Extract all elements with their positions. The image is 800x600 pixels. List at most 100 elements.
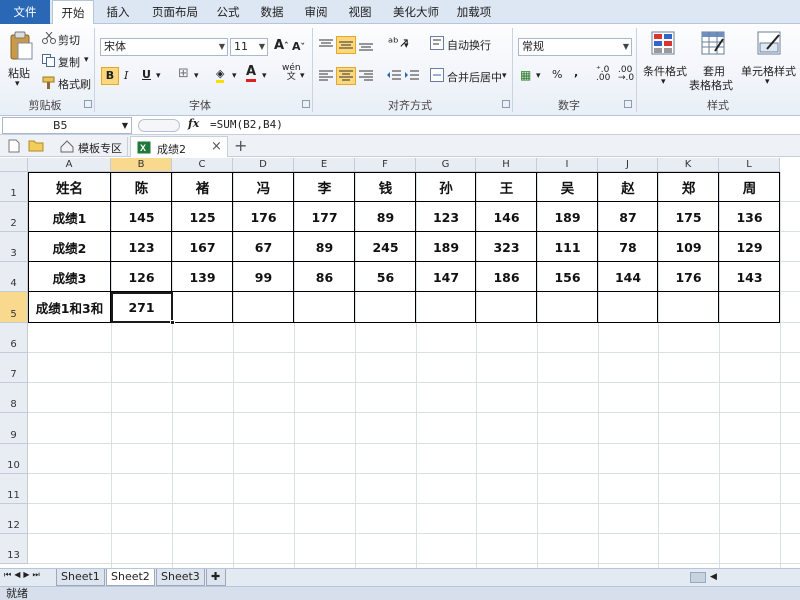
cut-button[interactable]: 剪切 xyxy=(58,32,80,48)
cell-i1[interactable]: 吴 xyxy=(537,172,598,202)
cell-i4[interactable]: 156 xyxy=(537,262,598,292)
merge-center-button[interactable]: 合并后居中 xyxy=(447,69,502,85)
column-header-b[interactable]: B xyxy=(111,158,172,172)
font-dialog-launcher[interactable] xyxy=(302,100,310,108)
italic-button[interactable]: I xyxy=(124,69,128,82)
cell-d2[interactable]: 176 xyxy=(233,202,294,232)
row-header-12[interactable]: 12 xyxy=(0,504,28,534)
align-left-icon[interactable] xyxy=(318,69,334,83)
select-all-corner[interactable] xyxy=(0,158,28,172)
border-dropdown-icon[interactable]: ▾ xyxy=(194,71,199,81)
alignment-dialog-launcher[interactable] xyxy=(502,100,510,108)
row-header-10[interactable]: 10 xyxy=(0,444,28,474)
tab-beautify[interactable]: 美化大师 xyxy=(386,0,446,24)
align-top-icon[interactable] xyxy=(318,38,334,52)
tab-file[interactable]: 文件 xyxy=(0,0,50,24)
insert-sheet-icon[interactable]: ✚ xyxy=(206,569,226,586)
decrease-decimal-icon[interactable]: .00 →.0 xyxy=(618,66,634,83)
column-header-k[interactable]: K xyxy=(658,158,719,172)
cell-e1[interactable]: 李 xyxy=(294,172,355,202)
cell-d5[interactable] xyxy=(233,292,294,323)
name-box[interactable]: B5 ▼ xyxy=(2,117,132,134)
cell-d1[interactable]: 冯 xyxy=(233,172,294,202)
row-header-1[interactable]: 1 xyxy=(0,172,28,202)
cell-c5[interactable] xyxy=(172,292,233,323)
insert-function-icon[interactable]: fx xyxy=(188,117,199,130)
horizontal-scrollbar-thumb[interactable] xyxy=(690,572,706,583)
cell-j3[interactable]: 78 xyxy=(598,232,658,262)
tab-addins[interactable]: 加载项 xyxy=(450,0,498,24)
tab-review[interactable]: 审阅 xyxy=(296,0,336,24)
increase-indent-icon[interactable] xyxy=(404,69,420,83)
cell-l3[interactable]: 129 xyxy=(719,232,780,262)
folder-icon[interactable] xyxy=(28,139,44,152)
copy-button[interactable]: 复制 xyxy=(58,54,80,70)
tab-view[interactable]: 视图 xyxy=(340,0,380,24)
cell-a2[interactable]: 成绩1 xyxy=(28,202,111,232)
cell-a4[interactable]: 成绩3 xyxy=(28,262,111,292)
cell-f5[interactable] xyxy=(355,292,416,323)
tab-formulas[interactable]: 公式 xyxy=(208,0,248,24)
tab-insert[interactable]: 插入 xyxy=(98,0,138,24)
cell-k5[interactable] xyxy=(658,292,719,323)
cell-styles-button[interactable]: 单元格样式 ▾ xyxy=(740,28,798,92)
font-name-select[interactable]: 宋体 ▼ xyxy=(100,38,228,56)
font-size-select[interactable]: 11 ▼ xyxy=(230,38,268,56)
cell-e3[interactable]: 89 xyxy=(294,232,355,262)
row-header-7[interactable]: 7 xyxy=(0,353,28,383)
cell-e2[interactable]: 177 xyxy=(294,202,355,232)
phonetic-dropdown-icon[interactable]: ▾ xyxy=(300,71,305,81)
worksheet-grid[interactable]: ABCDEFGHIJKL 1 2 3 4 5 6 7 8 9 10 11 12 13 姓名陈褚冯李钱孙王… xyxy=(0,158,800,568)
column-header-f[interactable]: F xyxy=(355,158,416,172)
cell-c1[interactable]: 褚 xyxy=(172,172,233,202)
number-format-select[interactable]: 常规 ▼ xyxy=(518,38,632,56)
row-header-13[interactable]: 13 xyxy=(0,534,28,564)
column-header-l[interactable]: L xyxy=(719,158,780,172)
cell-h3[interactable]: 323 xyxy=(476,232,537,262)
active-cell-b5[interactable] xyxy=(111,292,173,323)
grow-font-icon[interactable]: Aˆ xyxy=(274,38,289,53)
cell-l5[interactable] xyxy=(719,292,780,323)
sheet-nav-arrows-icon[interactable]: ⏮◀▶⏭ xyxy=(4,570,43,580)
cell-c4[interactable]: 139 xyxy=(172,262,233,292)
cell-d4[interactable]: 99 xyxy=(233,262,294,292)
cell-a5[interactable]: 成绩1和3和 xyxy=(28,292,111,323)
cell-j2[interactable]: 87 xyxy=(598,202,658,232)
cell-k2[interactable]: 175 xyxy=(658,202,719,232)
cell-c2[interactable]: 125 xyxy=(172,202,233,232)
cell-k1[interactable]: 郑 xyxy=(658,172,719,202)
number-dialog-launcher[interactable] xyxy=(624,100,632,108)
bold-button[interactable]: B xyxy=(101,67,119,85)
cell-l2[interactable]: 136 xyxy=(719,202,780,232)
underline-button[interactable]: U xyxy=(142,68,151,81)
underline-dropdown-icon[interactable]: ▾ xyxy=(156,71,161,81)
column-header-d[interactable]: D xyxy=(233,158,294,172)
copy-dropdown-icon[interactable]: ▾ xyxy=(84,55,89,65)
cell-j4[interactable]: 144 xyxy=(598,262,658,292)
column-header-a[interactable]: A xyxy=(28,158,111,172)
paste-button[interactable]: 粘贴 ▾ xyxy=(4,28,34,94)
wrap-text-button[interactable]: 自动换行 xyxy=(447,37,491,53)
font-color-icon[interactable]: A xyxy=(246,65,257,82)
row-header-2[interactable]: 2 xyxy=(0,202,28,232)
cell-b3[interactable]: 123 xyxy=(111,232,172,262)
merge-dropdown-icon[interactable]: ▾ xyxy=(502,71,507,81)
orientation-dropdown-icon[interactable]: ▾ xyxy=(404,41,409,51)
fill-color-icon[interactable]: ◈ xyxy=(216,67,225,83)
increase-decimal-icon[interactable]: ⁺.0.00 xyxy=(596,66,610,83)
cell-e5[interactable] xyxy=(294,292,355,323)
cell-g2[interactable]: 123 xyxy=(416,202,476,232)
cell-l1[interactable]: 周 xyxy=(719,172,780,202)
align-bottom-icon[interactable] xyxy=(358,38,374,52)
column-header-c[interactable]: C xyxy=(172,158,233,172)
column-header-j[interactable]: J xyxy=(598,158,658,172)
sheet-tab-3[interactable]: Sheet3 xyxy=(156,569,205,586)
column-header-i[interactable]: I xyxy=(537,158,598,172)
cell-i5[interactable] xyxy=(537,292,598,323)
cell-j5[interactable] xyxy=(598,292,658,323)
cell-h4[interactable]: 186 xyxy=(476,262,537,292)
currency-dropdown-icon[interactable]: ▾ xyxy=(536,71,541,81)
tab-page-layout[interactable]: 页面布局 xyxy=(142,0,208,24)
sheet-tab-2[interactable]: Sheet2 xyxy=(106,569,155,586)
align-center-button[interactable] xyxy=(336,67,356,85)
